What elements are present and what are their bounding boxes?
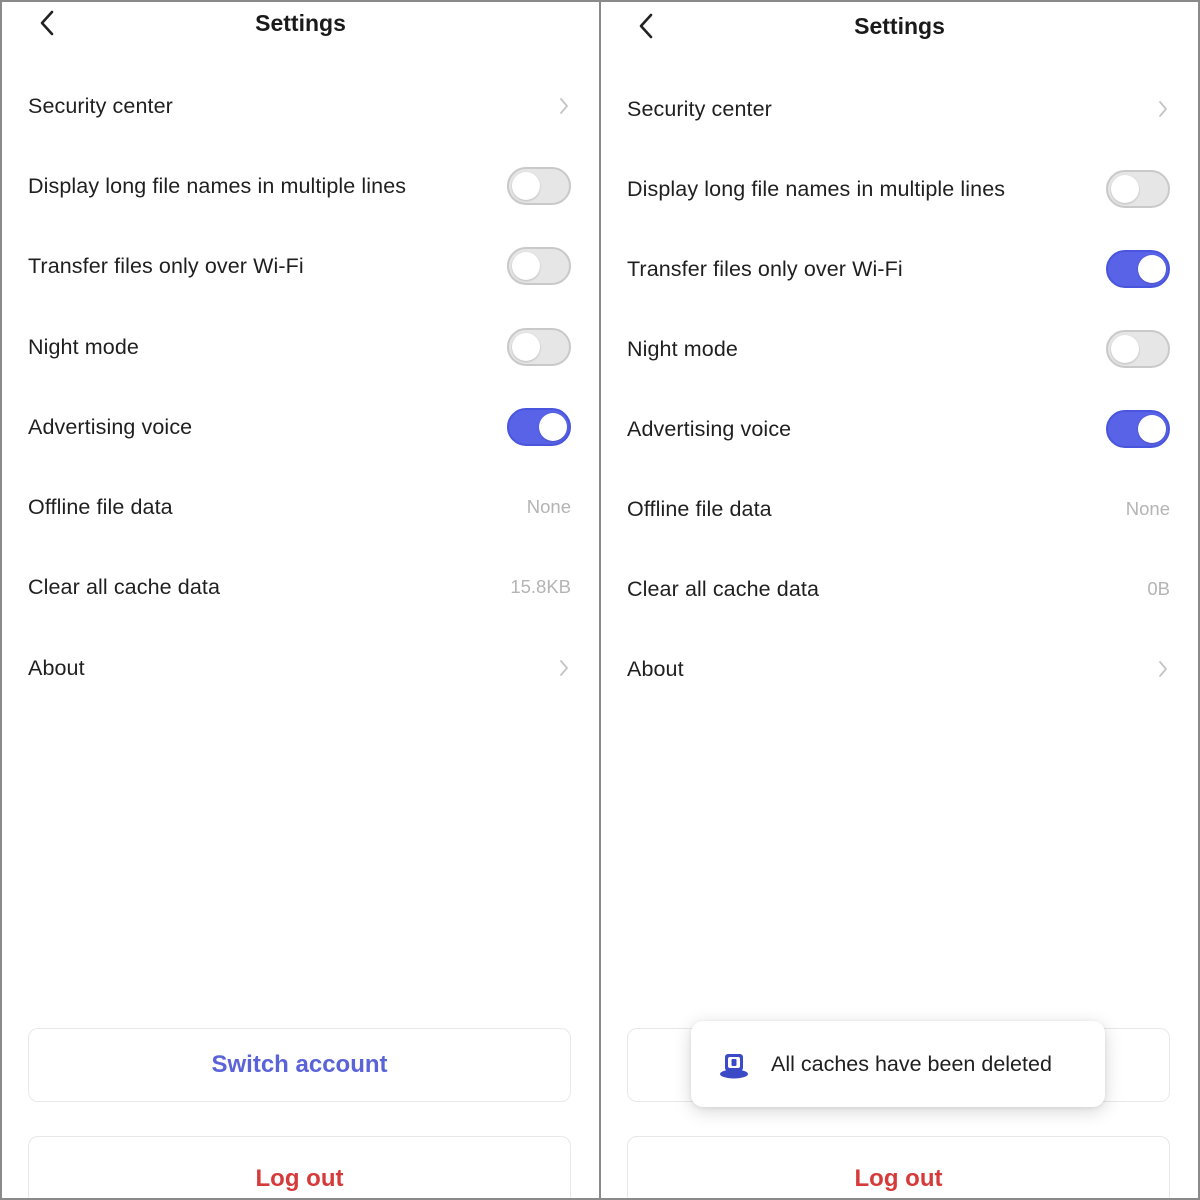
row-label: About: [627, 656, 684, 681]
header: Settings: [601, 2, 1198, 46]
row-label: Night mode: [28, 334, 139, 359]
row-offline-file-data[interactable]: Offline file data None: [627, 479, 1170, 539]
row-label: Offline file data: [28, 494, 173, 519]
toggle-knob: [1138, 255, 1166, 283]
app-logo-icon: [720, 1054, 748, 1079]
long-file-names-toggle[interactable]: [507, 167, 571, 205]
row-label: Night mode: [627, 336, 738, 361]
advertising-voice-toggle[interactable]: [1106, 410, 1170, 448]
toggle-knob: [539, 413, 567, 441]
row-advertising-voice: Advertising voice: [28, 397, 571, 457]
switch-account-button[interactable]: Switch account: [28, 1028, 571, 1102]
row-night-mode: Night mode: [627, 319, 1170, 379]
row-security-center[interactable]: Security center: [28, 76, 571, 136]
row-label: About: [28, 655, 85, 680]
settings-screen-before: Settings Security center Display long fi…: [2, 2, 599, 1198]
row-night-mode: Night mode: [28, 317, 571, 377]
row-about[interactable]: About: [627, 639, 1170, 699]
row-label: Clear all cache data: [627, 576, 820, 601]
row-label: Display long file names in multiple line…: [627, 176, 1006, 201]
toggle-knob: [1138, 415, 1166, 443]
offline-data-value: None: [526, 496, 571, 517]
long-file-names-toggle[interactable]: [1106, 170, 1170, 208]
chevron-right-icon: [1156, 658, 1170, 680]
row-label: Offline file data: [627, 496, 772, 521]
settings-screen-after: Settings Security center Display long fi…: [601, 2, 1198, 1198]
chevron-right-icon: [557, 657, 571, 679]
row-label: Security center: [28, 93, 173, 118]
row-long-file-names: Display long file names in multiple line…: [28, 156, 571, 216]
page-title: Settings: [255, 10, 346, 36]
row-label: Clear all cache data: [28, 574, 221, 599]
row-label: Display long file names in multiple line…: [28, 173, 407, 198]
cache-size-value: 15.8KB: [510, 576, 571, 597]
page-title: Settings: [854, 13, 945, 39]
row-advertising-voice: Advertising voice: [627, 399, 1170, 459]
night-mode-toggle[interactable]: [507, 328, 571, 366]
row-label: Advertising voice: [627, 416, 792, 441]
wifi-only-toggle[interactable]: [507, 247, 571, 285]
toast-notification: All caches have been deleted: [691, 1021, 1105, 1107]
toggle-knob: [512, 333, 540, 361]
row-offline-file-data[interactable]: Offline file data None: [28, 477, 571, 537]
row-clear-cache[interactable]: Clear all cache data 0B: [627, 559, 1170, 619]
row-label: Security center: [627, 96, 772, 121]
row-clear-cache[interactable]: Clear all cache data 15.8KB: [28, 557, 571, 617]
comparison-frame: Settings Security center Display long fi…: [0, 0, 1200, 1200]
row-security-center[interactable]: Security center: [627, 79, 1170, 139]
header: Settings: [2, 2, 599, 46]
row-about[interactable]: About: [28, 638, 571, 698]
row-wifi-only: Transfer files only over Wi-Fi: [28, 236, 571, 296]
toggle-knob: [512, 252, 540, 280]
toggle-knob: [1111, 335, 1139, 363]
row-long-file-names: Display long file names in multiple line…: [627, 159, 1170, 219]
wifi-only-toggle[interactable]: [1106, 250, 1170, 288]
row-label: Transfer files only over Wi-Fi: [627, 256, 903, 281]
log-out-button[interactable]: Log out: [627, 1136, 1170, 1198]
log-out-button[interactable]: Log out: [28, 1136, 571, 1198]
row-label: Advertising voice: [28, 414, 193, 439]
toggle-knob: [1111, 175, 1139, 203]
row-label: Transfer files only over Wi-Fi: [28, 253, 304, 278]
advertising-voice-toggle[interactable]: [507, 408, 571, 446]
cache-size-value: 0B: [1147, 578, 1170, 599]
offline-data-value: None: [1125, 498, 1170, 519]
toast-message: All caches have been deleted: [771, 1051, 1052, 1076]
row-wifi-only: Transfer files only over Wi-Fi: [627, 239, 1170, 299]
night-mode-toggle[interactable]: [1106, 330, 1170, 368]
chevron-right-icon: [1156, 98, 1170, 120]
chevron-right-icon: [557, 95, 571, 117]
toggle-knob: [512, 172, 540, 200]
